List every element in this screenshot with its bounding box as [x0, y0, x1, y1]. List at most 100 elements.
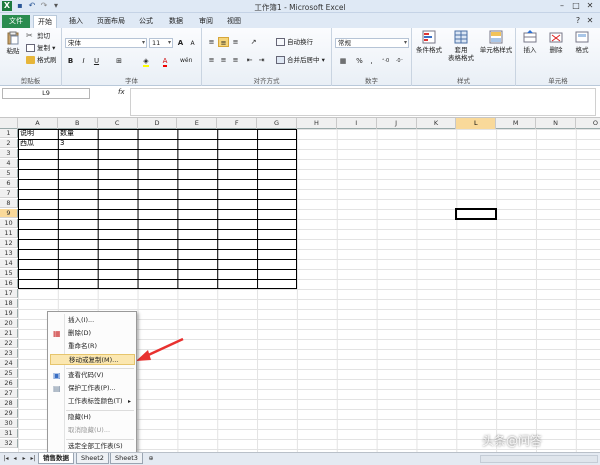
- column-header-g[interactable]: G: [257, 118, 297, 129]
- row-header-24[interactable]: 24: [0, 359, 18, 368]
- phonetic-button[interactable]: wén: [180, 56, 192, 66]
- prev-sheet-icon[interactable]: ◂: [11, 455, 19, 463]
- menu-item-5[interactable]: ▤ 保护工作表(P)...: [50, 383, 135, 394]
- row-header-32[interactable]: 32: [0, 439, 18, 448]
- row-header-5[interactable]: 5: [0, 169, 18, 178]
- shrink-font-button[interactable]: A: [187, 39, 198, 49]
- tab-view[interactable]: 视图: [222, 15, 246, 28]
- insert-function-button[interactable]: fx: [118, 88, 125, 96]
- cell-b2[interactable]: 3: [58, 139, 64, 148]
- conditional-format-button[interactable]: 条件格式: [414, 30, 444, 54]
- column-header-f[interactable]: F: [217, 118, 258, 129]
- align-center-button[interactable]: ≡: [218, 55, 229, 65]
- cell-styles-button[interactable]: 单元格样式: [478, 30, 514, 54]
- menu-item-2[interactable]: 重命名(R): [50, 341, 135, 352]
- row-header-11[interactable]: 11: [0, 229, 18, 238]
- row-header-25[interactable]: 25: [0, 369, 18, 378]
- decrease-decimal-button[interactable]: ·0⁻: [394, 56, 405, 66]
- select-all-corner[interactable]: [0, 118, 18, 129]
- paste-button[interactable]: 粘贴: [3, 31, 23, 55]
- formula-input[interactable]: [130, 88, 596, 116]
- row-header-20[interactable]: 20: [0, 319, 18, 328]
- row-header-10[interactable]: 10: [0, 219, 18, 228]
- align-left-button[interactable]: ≡: [206, 55, 217, 65]
- decrease-indent-button[interactable]: ⇤: [244, 55, 255, 65]
- row-header-14[interactable]: 14: [0, 259, 18, 268]
- minimize-icon[interactable]: –: [556, 1, 568, 11]
- tab-formulas[interactable]: 公式: [134, 15, 158, 28]
- menu-item-0[interactable]: 插入(I)...: [50, 315, 135, 326]
- row-header-8[interactable]: 8: [0, 199, 18, 208]
- sheet-tab-1[interactable]: 销售数据: [38, 453, 74, 464]
- row-header-4[interactable]: 4: [0, 159, 18, 168]
- copy-button[interactable]: 复制 ▾: [26, 44, 55, 53]
- borders-button[interactable]: ⊞: [111, 56, 127, 66]
- name-box[interactable]: L9: [2, 88, 90, 99]
- number-format-select[interactable]: 常规: [335, 38, 409, 48]
- row-header-22[interactable]: 22: [0, 339, 18, 348]
- comma-button[interactable]: ,: [366, 56, 377, 66]
- row-header-17[interactable]: 17: [0, 289, 18, 298]
- sheet-tab-2[interactable]: Sheet2: [76, 453, 109, 464]
- row-header-9[interactable]: 9: [0, 209, 18, 218]
- active-cell-l9[interactable]: [455, 208, 498, 220]
- format-as-table-button[interactable]: 套用 表格格式: [446, 30, 476, 62]
- tab-review[interactable]: 审阅: [194, 15, 218, 28]
- orientation-button[interactable]: ↗: [248, 37, 259, 47]
- cut-button[interactable]: ✂ 剪切: [26, 32, 50, 41]
- percent-button[interactable]: %: [354, 56, 365, 66]
- row-header-31[interactable]: 31: [0, 429, 18, 438]
- next-sheet-icon[interactable]: ▸: [20, 455, 28, 463]
- column-header-a[interactable]: A: [18, 118, 58, 129]
- align-middle-button[interactable]: ≡: [218, 37, 229, 47]
- italic-button[interactable]: I: [78, 56, 89, 66]
- help-icon[interactable]: ?: [572, 16, 584, 26]
- row-header-1[interactable]: 1: [0, 129, 18, 138]
- underline-button[interactable]: U: [91, 56, 102, 66]
- tab-home[interactable]: 开始: [33, 15, 57, 28]
- column-header-h[interactable]: H: [297, 118, 337, 129]
- column-header-m[interactable]: M: [496, 118, 537, 129]
- insert-cells-button[interactable]: 插入: [518, 30, 542, 54]
- column-header-i[interactable]: I: [337, 118, 377, 129]
- column-header-l[interactable]: L: [456, 118, 497, 129]
- tab-page-layout[interactable]: 页面布局: [94, 15, 128, 28]
- column-header-d[interactable]: D: [138, 118, 178, 129]
- close-icon[interactable]: ✕: [584, 1, 596, 11]
- accounting-format-button[interactable]: ▦: [336, 56, 350, 66]
- bold-button[interactable]: B: [65, 56, 76, 66]
- row-header-23[interactable]: 23: [0, 349, 18, 358]
- row-header-28[interactable]: 28: [0, 399, 18, 408]
- merge-center-button[interactable]: 合并后居中 ▾: [276, 56, 325, 65]
- increase-decimal-button[interactable]: ⁺·0: [380, 56, 391, 66]
- menu-item-9[interactable]: 选定全部工作表(S): [50, 441, 135, 452]
- menu-item-3[interactable]: 移动或复制(M)...: [50, 354, 135, 365]
- menu-item-1[interactable]: ▦ 删除(D): [50, 328, 135, 339]
- cell-a2[interactable]: 西瓜: [18, 139, 34, 148]
- maximize-icon[interactable]: □: [570, 1, 582, 11]
- cell-b1[interactable]: 数量: [58, 129, 74, 138]
- grow-font-button[interactable]: A: [175, 38, 186, 48]
- row-header-27[interactable]: 27: [0, 389, 18, 398]
- row-header-21[interactable]: 21: [0, 329, 18, 338]
- column-header-j[interactable]: J: [377, 118, 417, 129]
- row-header-29[interactable]: 29: [0, 409, 18, 418]
- align-top-button[interactable]: ≡: [206, 37, 217, 47]
- last-sheet-icon[interactable]: ▸|: [29, 455, 37, 463]
- column-header-n[interactable]: N: [536, 118, 576, 129]
- menu-item-6[interactable]: 工作表标签颜色(T) ▸: [50, 396, 135, 407]
- menu-item-4[interactable]: ▣ 查看代码(V): [50, 370, 135, 381]
- delete-cells-button[interactable]: 删除: [544, 30, 568, 54]
- row-header-26[interactable]: 26: [0, 379, 18, 388]
- column-header-k[interactable]: K: [417, 118, 457, 129]
- format-cells-button[interactable]: 格式: [570, 30, 594, 54]
- font-size-select[interactable]: 11: [149, 38, 173, 48]
- row-header-7[interactable]: 7: [0, 189, 18, 198]
- cell-a1[interactable]: 说明: [18, 129, 34, 138]
- sheet-tab-3[interactable]: Sheet3: [110, 453, 143, 464]
- row-header-15[interactable]: 15: [0, 269, 18, 278]
- wrap-text-button[interactable]: 自动换行: [276, 38, 313, 47]
- align-right-button[interactable]: ≡: [230, 55, 241, 65]
- align-bottom-button[interactable]: ≡: [230, 37, 241, 47]
- tab-file[interactable]: 文件: [2, 15, 30, 28]
